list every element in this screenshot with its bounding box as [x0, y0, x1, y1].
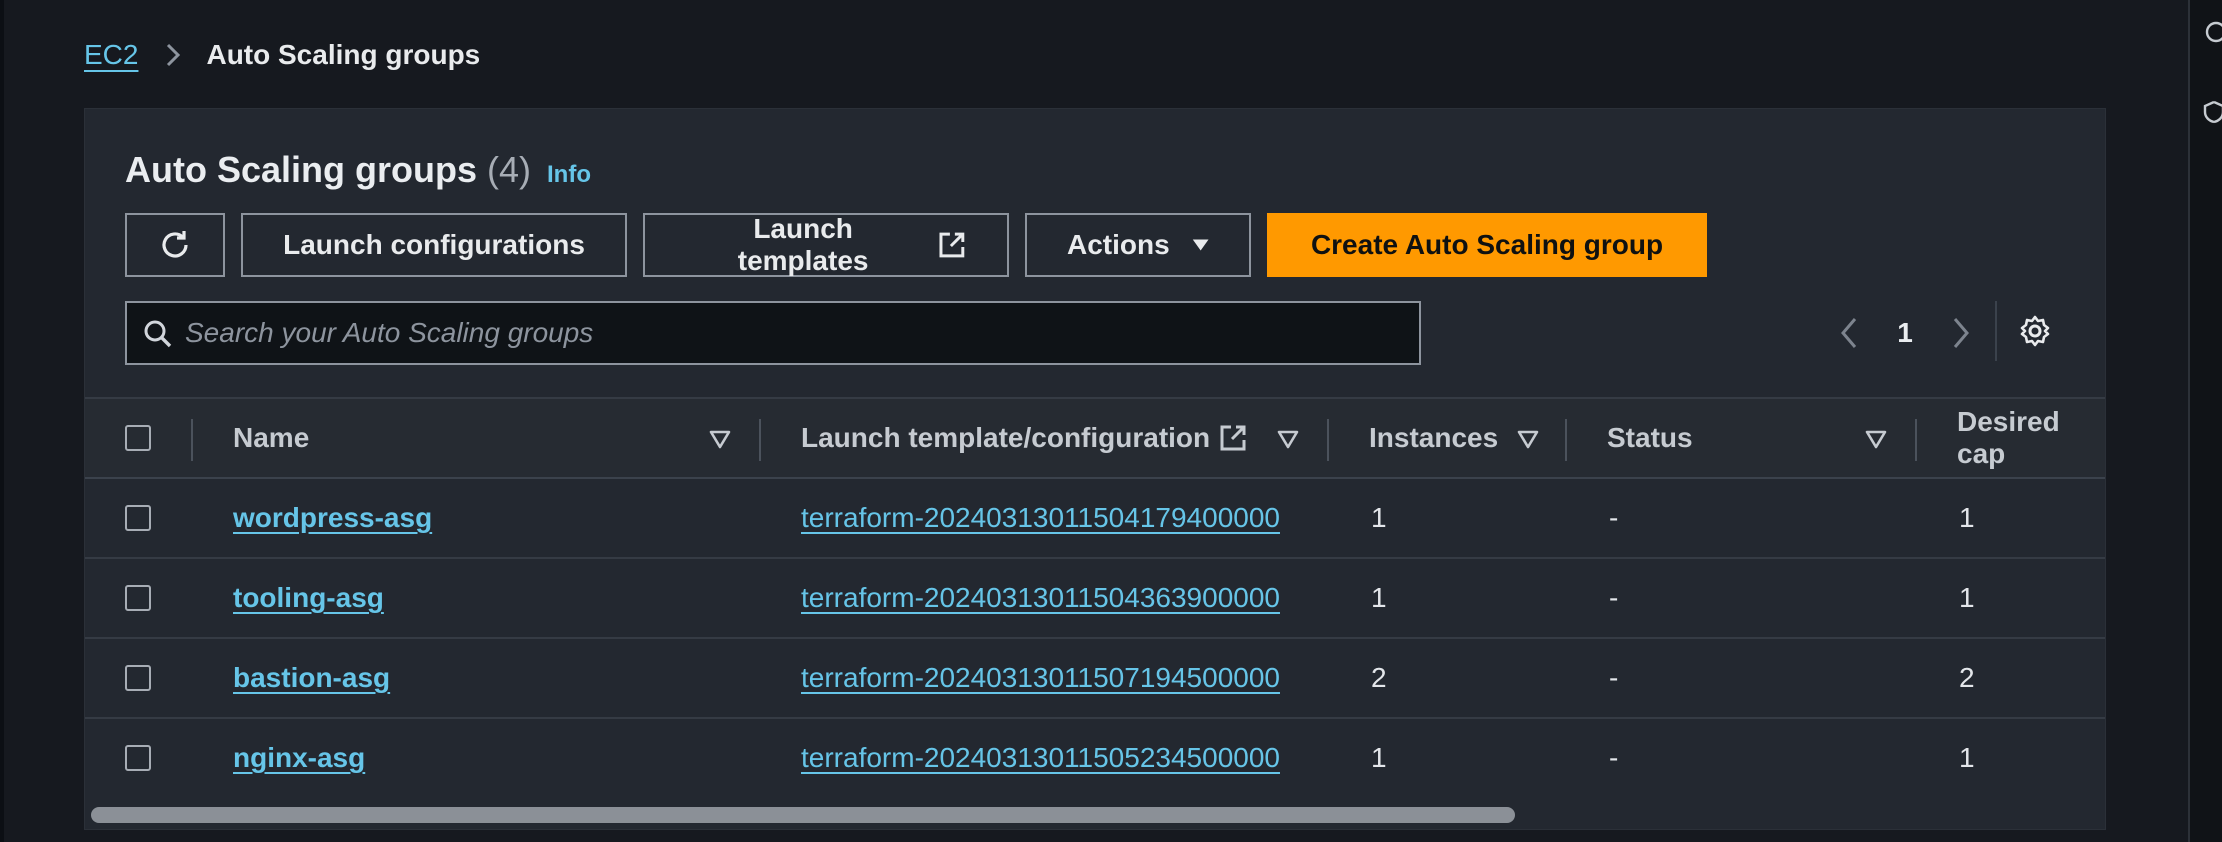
select-all-checkbox[interactable]: [125, 425, 151, 451]
status-value: -: [1609, 502, 1619, 533]
asg-name-link[interactable]: tooling-asg: [233, 559, 384, 637]
instances-value: 1: [1371, 582, 1387, 613]
create-auto-scaling-group-button[interactable]: Create Auto Scaling group: [1267, 213, 1707, 277]
row-checkbox[interactable]: [125, 505, 151, 531]
previous-page-button[interactable]: [1831, 315, 1867, 351]
info-link[interactable]: Info: [547, 161, 591, 189]
column-header-status[interactable]: Status: [1607, 399, 1693, 477]
gear-icon[interactable]: [2017, 313, 2053, 349]
sort-down-icon[interactable]: [1277, 429, 1299, 449]
table-row[interactable]: wordpress-asg terraform-2024031301150417…: [85, 479, 2105, 559]
desired-capacity-value: 1: [1959, 502, 1975, 533]
asg-table: Name Launch template/configuration Insta…: [85, 397, 2105, 799]
column-divider: [191, 419, 193, 461]
column-divider: [1915, 419, 1917, 461]
horizontal-scrollbar[interactable]: [85, 797, 2105, 829]
row-select-cell: [125, 559, 151, 637]
row-checkbox[interactable]: [125, 745, 151, 771]
launch-configurations-button[interactable]: Launch configurations: [241, 213, 627, 277]
breadcrumb-current: Auto Scaling groups: [206, 39, 481, 70]
refresh-button[interactable]: [125, 213, 225, 277]
shield-icon[interactable]: [2202, 100, 2222, 124]
row-select-cell: [125, 479, 151, 557]
pagination: 1: [1831, 301, 1979, 365]
chevron-right-icon: [1953, 318, 1969, 348]
asg-name-link[interactable]: wordpress-asg: [233, 479, 432, 557]
breadcrumb-ec2-link[interactable]: EC2: [84, 39, 138, 71]
launch-template-link[interactable]: terraform-20240313011504363900000: [801, 559, 1280, 637]
current-page[interactable]: 1: [1867, 317, 1943, 349]
instances-value: 1: [1371, 502, 1387, 533]
row-select-cell: [125, 639, 151, 717]
panel-title: Auto Scaling groups: [125, 149, 478, 190]
launch-template-link[interactable]: terraform-20240313011507194500000: [801, 639, 1280, 717]
right-side-rail: [2188, 0, 2222, 842]
asg-name-link[interactable]: nginx-asg: [233, 719, 365, 797]
toolbar: Launch configurations Launch templates A…: [125, 213, 1707, 277]
column-divider: [1565, 419, 1567, 461]
next-page-button[interactable]: [1943, 315, 1979, 351]
sort-down-icon[interactable]: [1517, 429, 1539, 449]
launch-configurations-label: Launch configurations: [283, 229, 585, 260]
actions-dropdown[interactable]: Actions: [1025, 213, 1251, 277]
desired-capacity-value: 1: [1959, 582, 1975, 613]
auto-scaling-groups-panel: Auto Scaling groups (4) Info Launch conf…: [84, 108, 2106, 830]
row-select-cell: [125, 719, 151, 797]
caret-down-icon: [1192, 239, 1209, 251]
sort-down-icon[interactable]: [1865, 429, 1887, 449]
group-count: (4): [487, 149, 532, 190]
asg-name-link[interactable]: bastion-asg: [233, 639, 390, 717]
table-row[interactable]: tooling-asg terraform-202403130115043639…: [85, 559, 2105, 639]
external-link-icon: [1220, 425, 1246, 451]
divider: [1995, 301, 1997, 361]
column-header-instances[interactable]: Instances: [1369, 399, 1498, 477]
chevron-right-icon: [167, 43, 181, 67]
actions-label: Actions: [1067, 229, 1170, 260]
instances-value: 1: [1371, 742, 1387, 773]
left-edge: [0, 0, 4, 842]
table-header: Name Launch template/configuration Insta…: [85, 397, 2105, 479]
launch-template-link[interactable]: terraform-20240313011505234500000: [801, 719, 1280, 797]
breadcrumb: EC2 Auto Scaling groups: [84, 36, 480, 74]
refresh-icon: [162, 231, 188, 258]
status-value: -: [1609, 582, 1619, 613]
help-icon[interactable]: [2202, 20, 2222, 44]
column-header-desired-capacity[interactable]: Desired cap: [1957, 399, 2105, 477]
panel-header: Auto Scaling groups (4) Info: [125, 149, 591, 193]
column-divider: [1327, 419, 1329, 461]
table-row[interactable]: nginx-asg terraform-20240313011505234500…: [85, 719, 2105, 799]
status-value: -: [1609, 662, 1619, 693]
search-input[interactable]: [185, 317, 1419, 349]
status-value: -: [1609, 742, 1619, 773]
launch-template-link[interactable]: terraform-20240313011504179400000: [801, 479, 1280, 557]
column-header-name[interactable]: Name: [233, 399, 309, 477]
scrollbar-thumb[interactable]: [91, 807, 1515, 823]
desired-capacity-value: 2: [1959, 662, 1975, 693]
launch-templates-button[interactable]: Launch templates: [643, 213, 1009, 277]
column-header-launch-template[interactable]: Launch template/configuration: [801, 399, 1248, 477]
search-bar: [125, 301, 1421, 365]
launch-templates-label: Launch templates: [737, 213, 869, 276]
table-row[interactable]: bastion-asg terraform-202403130115071945…: [85, 639, 2105, 719]
instances-value: 2: [1371, 662, 1387, 693]
sort-down-icon[interactable]: [709, 429, 731, 449]
create-label: Create Auto Scaling group: [1310, 229, 1664, 260]
search-icon: [144, 320, 172, 348]
select-all-cell: [125, 399, 151, 477]
desired-capacity-value: 1: [1959, 742, 1975, 773]
row-checkbox[interactable]: [125, 585, 151, 611]
chevron-left-icon: [1841, 318, 1857, 348]
column-header-launch-template-label: Launch template/configuration: [801, 422, 1211, 453]
row-checkbox[interactable]: [125, 665, 151, 691]
external-link-icon: [939, 232, 965, 258]
column-divider: [759, 419, 761, 461]
